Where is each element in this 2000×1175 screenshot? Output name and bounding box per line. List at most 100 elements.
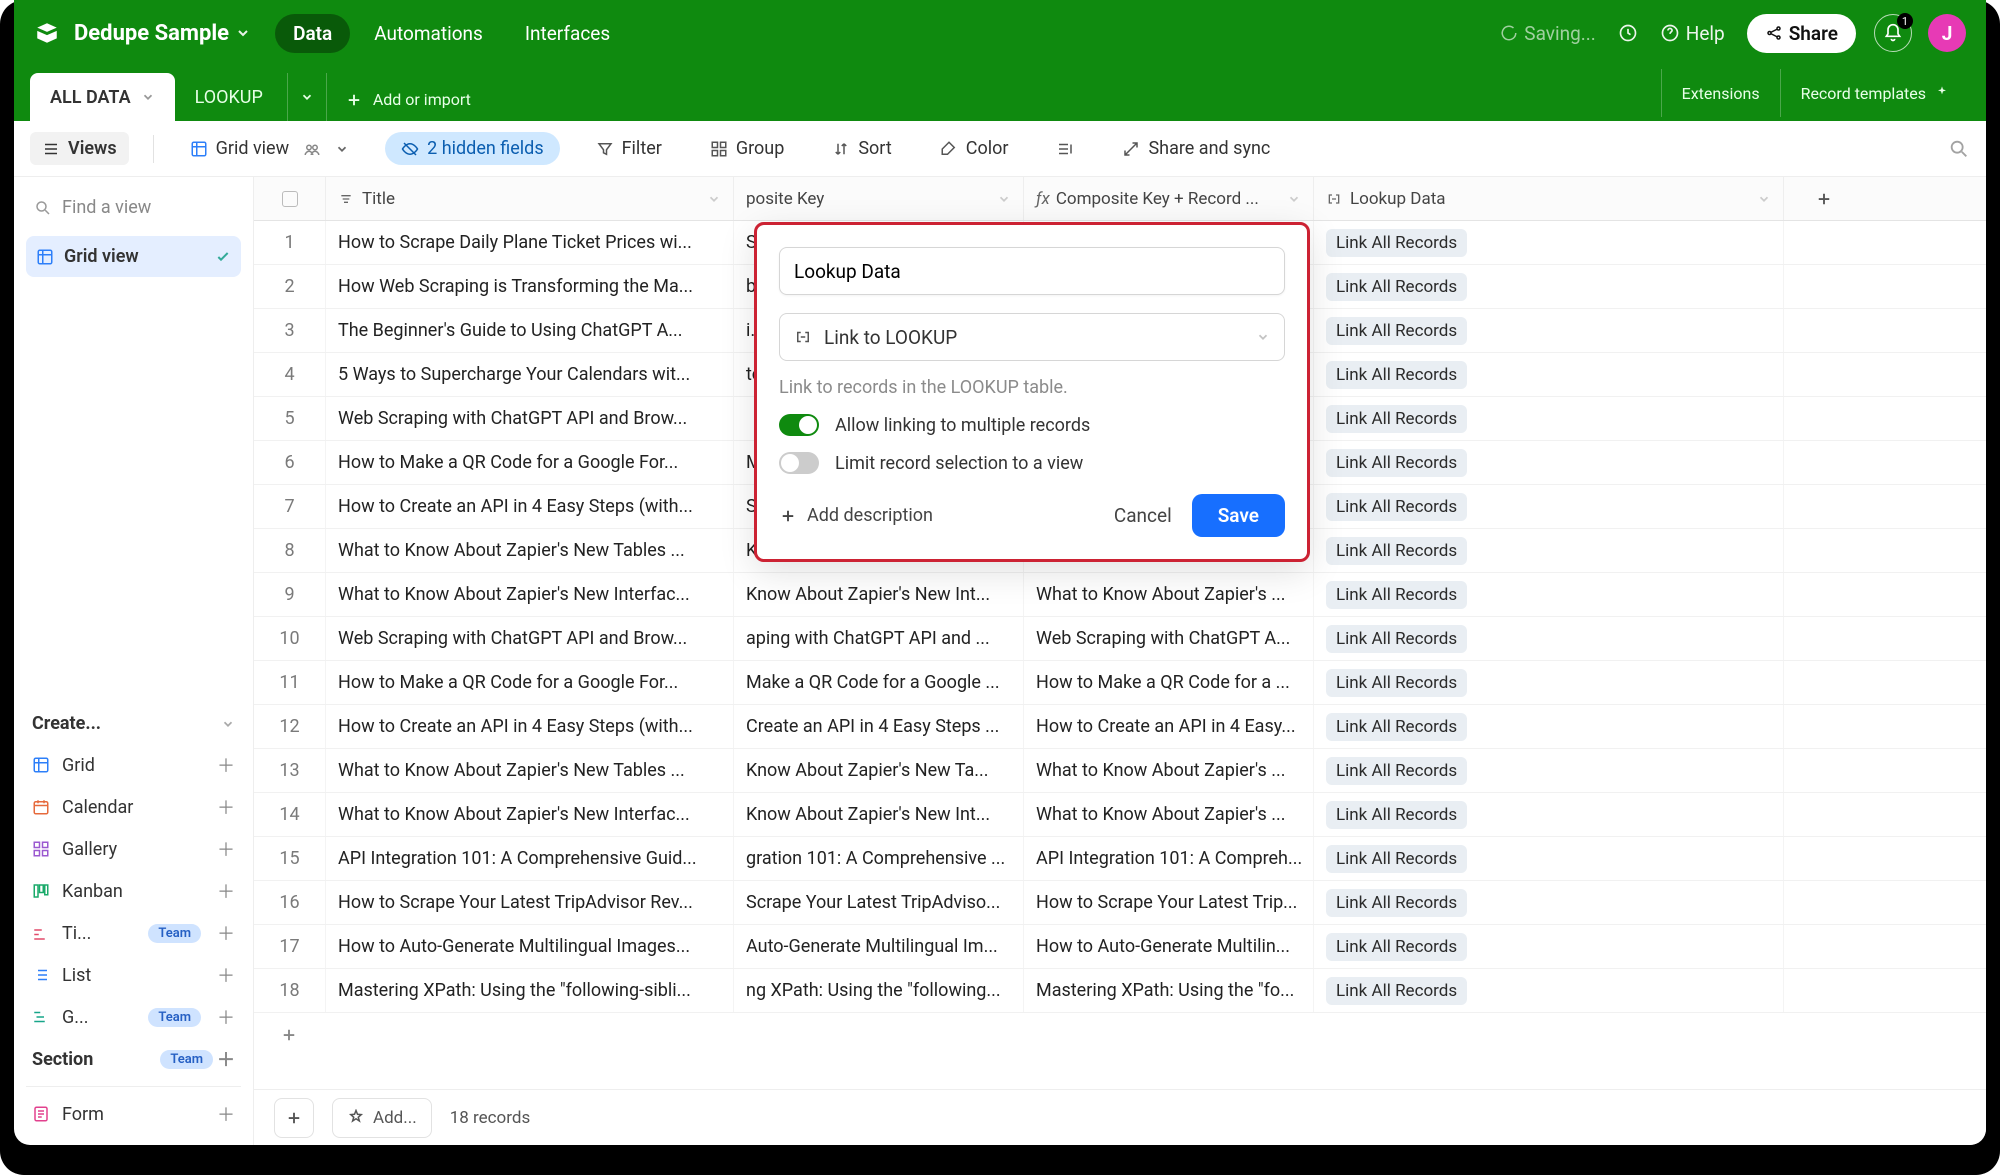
add-description-button[interactable]: Add description	[779, 505, 933, 526]
cell-lookup[interactable]: Link All Records	[1314, 397, 1784, 440]
cell-title[interactable]: The Beginner's Guide to Using ChatGPT A.…	[326, 309, 734, 352]
add-row-button[interactable]	[254, 1013, 1986, 1057]
hidden-fields-button[interactable]: 2 hidden fields	[385, 132, 559, 165]
select-all-checkbox[interactable]	[254, 177, 326, 220]
plus-icon[interactable]: ＋	[217, 794, 235, 820]
section-label[interactable]: SectionTeam＋	[26, 1038, 241, 1080]
table-row[interactable]: 11How to Make a QR Code for a Google For…	[254, 661, 1986, 705]
cell-lookup[interactable]: Link All Records	[1314, 969, 1784, 1012]
cell-title[interactable]: How to Auto-Generate Multilingual Images…	[326, 925, 734, 968]
cell-composite[interactable]: Auto-Generate Multilingual Im...	[734, 925, 1024, 968]
cell-title[interactable]: How to Make a QR Code for a Google For..…	[326, 661, 734, 704]
table-row[interactable]: 9What to Know About Zapier's New Interfa…	[254, 573, 1986, 617]
cell-title[interactable]: How to Create an API in 4 Easy Steps (wi…	[326, 705, 734, 748]
linked-record-chip[interactable]: Link All Records	[1326, 757, 1467, 785]
plus-icon[interactable]: ＋	[217, 878, 235, 904]
create-kanban[interactable]: Kanban＋	[26, 870, 241, 912]
cell-lookup[interactable]: Link All Records	[1314, 661, 1784, 704]
table-row[interactable]: 18Mastering XPath: Using the "following-…	[254, 969, 1986, 1013]
linked-record-chip[interactable]: Link All Records	[1326, 273, 1467, 301]
cell-composite-record[interactable]: What to Know About Zapier's ...	[1024, 573, 1314, 616]
linked-record-chip[interactable]: Link All Records	[1326, 669, 1467, 697]
create-form[interactable]: Form＋	[26, 1093, 241, 1135]
linked-record-chip[interactable]: Link All Records	[1326, 625, 1467, 653]
linked-record-chip[interactable]: Link All Records	[1326, 977, 1467, 1005]
linked-record-chip[interactable]: Link All Records	[1326, 449, 1467, 477]
cell-title[interactable]: How to Create an API in 4 Easy Steps (wi…	[326, 485, 734, 528]
filter-button[interactable]: Filter	[584, 132, 674, 165]
cell-lookup[interactable]: Link All Records	[1314, 793, 1784, 836]
plus-icon[interactable]: ＋	[217, 962, 235, 988]
share-button[interactable]: Share	[1747, 14, 1856, 53]
cell-lookup[interactable]: Link All Records	[1314, 573, 1784, 616]
plus-icon[interactable]: ＋	[217, 1004, 235, 1030]
column-title[interactable]: Title	[326, 177, 734, 220]
linked-record-chip[interactable]: Link All Records	[1326, 229, 1467, 257]
chevron-down-icon[interactable]	[235, 25, 251, 41]
table-row[interactable]: 16How to Scrape Your Latest TripAdvisor …	[254, 881, 1986, 925]
cell-composite-record[interactable]: How to Auto-Generate Multilin...	[1024, 925, 1314, 968]
history-button[interactable]	[1618, 23, 1638, 43]
base-name[interactable]: Dedupe Sample	[74, 21, 229, 46]
cell-title[interactable]: How to Scrape Your Latest TripAdvisor Re…	[326, 881, 734, 924]
create-gantt[interactable]: G...Team＋	[26, 996, 241, 1038]
cell-title[interactable]: Mastering XPath: Using the "following-si…	[326, 969, 734, 1012]
linked-record-chip[interactable]: Link All Records	[1326, 713, 1467, 741]
cell-lookup[interactable]: Link All Records	[1314, 353, 1784, 396]
chevron-down-icon[interactable]	[997, 192, 1011, 206]
notifications-button[interactable]: 1	[1874, 14, 1912, 52]
plus-icon[interactable]: ＋	[217, 1046, 235, 1072]
cell-title[interactable]: API Integration 101: A Comprehensive Gui…	[326, 837, 734, 880]
sort-button[interactable]: Sort	[820, 132, 903, 165]
cell-composite[interactable]: Scrape Your Latest TripAdviso...	[734, 881, 1024, 924]
tab-lookup[interactable]: LOOKUP	[175, 73, 283, 121]
cell-lookup[interactable]: Link All Records	[1314, 485, 1784, 528]
linked-record-chip[interactable]: Link All Records	[1326, 581, 1467, 609]
linked-record-chip[interactable]: Link All Records	[1326, 845, 1467, 873]
cell-title[interactable]: Web Scraping with ChatGPT API and Brow..…	[326, 397, 734, 440]
create-grid[interactable]: Grid＋	[26, 744, 241, 786]
footer-add-button[interactable]	[274, 1098, 314, 1138]
cell-composite[interactable]: Know About Zapier's New Int...	[734, 793, 1024, 836]
cell-composite-record[interactable]: How to Create an API in 4 Easy...	[1024, 705, 1314, 748]
cell-title[interactable]: How to Make a QR Code for a Google For..…	[326, 441, 734, 484]
cell-lookup[interactable]: Link All Records	[1314, 529, 1784, 572]
cell-composite-record[interactable]: API Integration 101: A Compreh...	[1024, 837, 1314, 880]
cell-title[interactable]: What to Know About Zapier's New Interfac…	[326, 573, 734, 616]
column-lookup-data[interactable]: Lookup Data	[1314, 177, 1784, 220]
find-view-input[interactable]: Find a view	[26, 187, 241, 228]
field-name-input[interactable]	[779, 247, 1285, 295]
nav-interfaces[interactable]: Interfaces	[507, 14, 628, 53]
linked-record-chip[interactable]: Link All Records	[1326, 317, 1467, 345]
cell-title[interactable]: How Web Scraping is Transforming the Ma.…	[326, 265, 734, 308]
create-section-toggle[interactable]: Create...	[26, 703, 241, 744]
cancel-button[interactable]: Cancel	[1114, 504, 1172, 527]
table-row[interactable]: 10Web Scraping with ChatGPT API and Brow…	[254, 617, 1986, 661]
add-field-button[interactable]	[1784, 177, 1864, 220]
linked-record-chip[interactable]: Link All Records	[1326, 405, 1467, 433]
cell-title[interactable]: What to Know About Zapier's New Tables .…	[326, 749, 734, 792]
linked-record-chip[interactable]: Link All Records	[1326, 801, 1467, 829]
cell-lookup[interactable]: Link All Records	[1314, 881, 1784, 924]
plus-icon[interactable]: ＋	[217, 752, 235, 778]
cell-title[interactable]: How to Scrape Daily Plane Ticket Prices …	[326, 221, 734, 264]
views-button[interactable]: Views	[30, 132, 129, 165]
nav-data[interactable]: Data	[275, 14, 350, 53]
cell-composite[interactable]: gration 101: A Comprehensive ...	[734, 837, 1024, 880]
table-row[interactable]: 17How to Auto-Generate Multilingual Imag…	[254, 925, 1986, 969]
cell-composite-record[interactable]: What to Know About Zapier's ...	[1024, 793, 1314, 836]
cell-lookup[interactable]: Link All Records	[1314, 221, 1784, 264]
cell-lookup[interactable]: Link All Records	[1314, 705, 1784, 748]
cell-lookup[interactable]: Link All Records	[1314, 749, 1784, 792]
plus-icon[interactable]: ＋	[217, 920, 235, 946]
user-avatar[interactable]: J	[1928, 14, 1966, 52]
table-row[interactable]: 13What to Know About Zapier's New Tables…	[254, 749, 1986, 793]
limit-view-toggle[interactable]	[779, 452, 819, 474]
chevron-down-icon[interactable]	[1757, 192, 1771, 206]
chevron-down-icon[interactable]	[1287, 192, 1301, 206]
table-row[interactable]: 15API Integration 101: A Comprehensive G…	[254, 837, 1986, 881]
cell-lookup[interactable]: Link All Records	[1314, 837, 1784, 880]
linked-record-chip[interactable]: Link All Records	[1326, 537, 1467, 565]
cell-composite[interactable]: Know About Zapier's New Int...	[734, 573, 1024, 616]
sidebar-view-grid[interactable]: Grid view	[26, 236, 241, 277]
